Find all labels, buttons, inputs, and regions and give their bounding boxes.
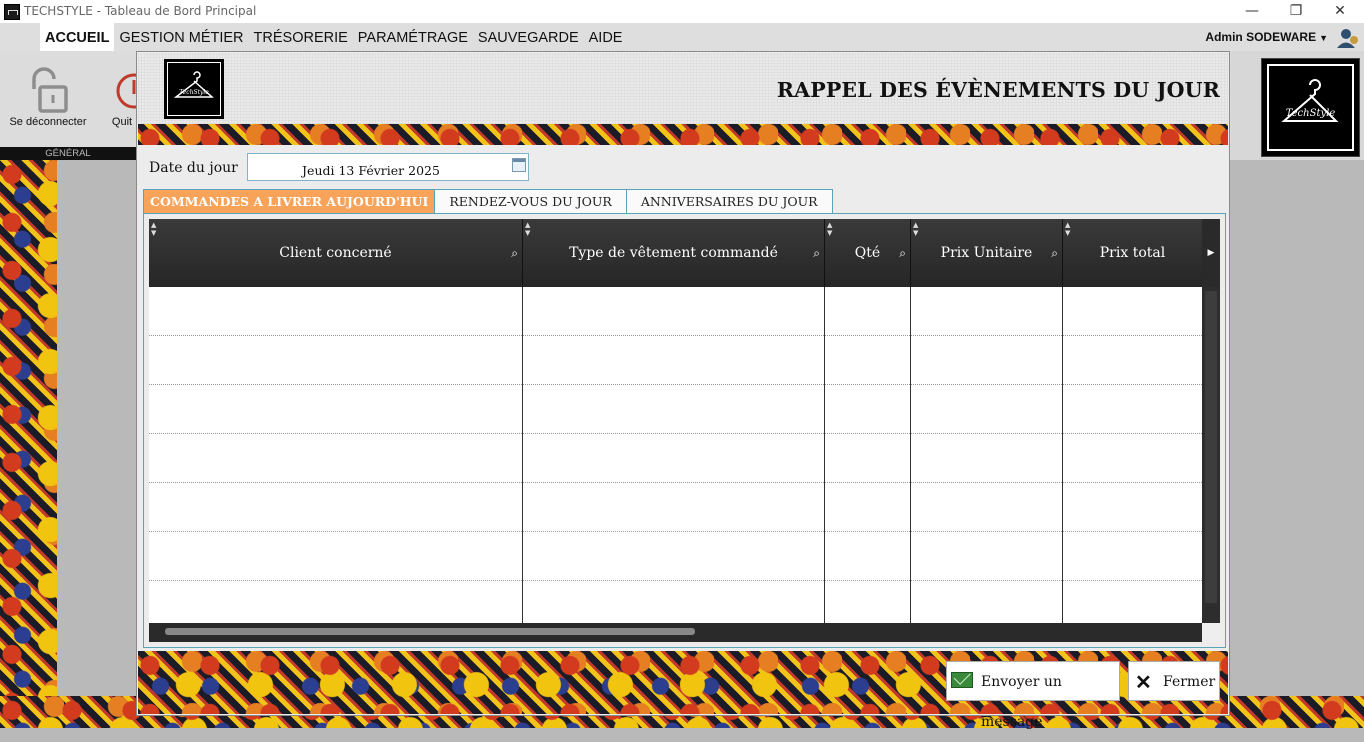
dialog-header: TechStyle RAPPEL DES ÉVÈNEMENTS DU JOUR xyxy=(138,53,1228,124)
ribbon-group-label: GÉNÉRAL xyxy=(0,147,136,160)
menu-tresorerie[interactable]: TRÉSORERIE xyxy=(249,23,353,51)
column-header-qte[interactable]: ▲ ▼ Qté ⌕ xyxy=(825,219,911,287)
unlock-icon xyxy=(32,67,68,113)
vertical-scrollbar[interactable] xyxy=(1202,287,1220,623)
menu-parametrage[interactable]: PARAMÉTRAGE xyxy=(353,23,473,51)
minimize-button[interactable]: — xyxy=(1232,1,1272,21)
dialog-footer-fabric: Envoyer un message ✕ Fermer xyxy=(138,651,1228,730)
horizontal-scroll-thumb[interactable] xyxy=(165,628,695,635)
column-header-client[interactable]: ▲ ▼ Client concerné ⌕ xyxy=(149,219,523,287)
restore-button[interactable]: ❐ xyxy=(1276,1,1316,21)
close-window-button[interactable]: ✕ xyxy=(1320,1,1360,21)
logout-label: Se déconnecter xyxy=(9,116,87,128)
date-label: Date du jour xyxy=(149,160,238,176)
tab-panel: ▲ ▼ Client concerné ⌕ ▲ ▼ Type de vêtement… xyxy=(143,213,1226,648)
logout-button[interactable]: Se déconnecter xyxy=(4,67,92,128)
close-dialog-label: Fermer xyxy=(1163,674,1216,690)
sort-icon[interactable]: ▲ ▼ xyxy=(827,221,832,237)
dialog-logo: TechStyle xyxy=(164,59,224,119)
vertical-scroll-thumb[interactable] xyxy=(1205,291,1217,603)
techstyle-logo: TechStyle xyxy=(1261,58,1360,157)
column-divider xyxy=(149,287,523,623)
app-icon xyxy=(4,4,20,20)
column-header-type[interactable]: ▲ ▼ Type de vêtement commandé ⌕ xyxy=(523,219,825,287)
calendar-icon[interactable] xyxy=(512,158,526,172)
dialog-fabric-strip xyxy=(138,124,1228,145)
menu-sauvegarde[interactable]: SAUVEGARDE xyxy=(473,23,584,51)
user-menu[interactable]: Admin SODEWARE ▼ xyxy=(1205,30,1328,44)
search-icon[interactable]: ⌕ xyxy=(511,219,518,287)
close-icon: ✕ xyxy=(1135,670,1152,694)
window-titlebar: TECHSTYLE - Tableau de Bord Principal — … xyxy=(0,0,1364,23)
window-title: TECHSTYLE - Tableau de Bord Principal xyxy=(24,4,257,18)
sort-icon[interactable]: ▲ ▼ xyxy=(525,221,530,237)
menu-gestion-metier[interactable]: GESTION MÉTIER xyxy=(114,23,248,51)
search-icon[interactable]: ⌕ xyxy=(899,219,906,287)
daily-events-dialog: TechStyle RAPPEL DES ÉVÈNEMENTS DU JOUR … xyxy=(136,51,1230,730)
dialog-logo-text: TechStyle xyxy=(179,89,209,96)
table-body xyxy=(149,287,1202,623)
background-fabric-left xyxy=(0,160,57,696)
column-label-client: Client concerné xyxy=(279,245,392,261)
scroll-columns-right-icon[interactable]: ▶ xyxy=(1202,219,1220,287)
scrollbar-corner xyxy=(1202,623,1220,642)
column-header-prix-total[interactable]: ▲ ▼ Prix total xyxy=(1063,219,1202,287)
user-avatar-icon[interactable] xyxy=(1336,27,1360,49)
tab-commandes[interactable]: COMMANDES A LIVRER AUJOURD'HUI xyxy=(143,189,436,214)
sort-icon[interactable]: ▲ ▼ xyxy=(913,221,918,237)
tab-bar: COMMANDES A LIVRER AUJOURD'HUI RENDEZ-VO… xyxy=(143,189,833,214)
column-label-type: Type de vêtement commandé xyxy=(569,245,778,261)
dialog-title: RAPPEL DES ÉVÈNEMENTS DU JOUR xyxy=(776,78,1220,102)
search-icon[interactable]: ⌕ xyxy=(813,219,820,287)
column-divider xyxy=(523,287,825,623)
column-header-prix-unitaire[interactable]: ▲ ▼ Prix Unitaire ⌕ xyxy=(911,219,1063,287)
send-message-button[interactable]: Envoyer un message xyxy=(946,661,1120,730)
search-icon[interactable]: ⌕ xyxy=(1051,219,1058,287)
orders-table[interactable]: ▲ ▼ Client concerné ⌕ ▲ ▼ Type de vêtement… xyxy=(149,219,1220,642)
column-divider xyxy=(825,287,911,623)
tab-rendez-vous[interactable]: RENDEZ-VOUS DU JOUR xyxy=(434,189,627,213)
column-label-prix-total: Prix total xyxy=(1099,245,1166,261)
caret-down-icon: ▼ xyxy=(1319,33,1328,43)
menu-aide[interactable]: AIDE xyxy=(584,23,628,51)
date-value: Jeudi 13 Février 2025 xyxy=(302,163,440,178)
user-name: Admin SODEWARE xyxy=(1205,30,1317,44)
sort-icon[interactable]: ▲ ▼ xyxy=(1065,221,1070,237)
envelope-icon xyxy=(951,672,973,688)
horizontal-scrollbar[interactable] xyxy=(149,623,1220,642)
tab-anniversaires[interactable]: ANNIVERSAIRES DU JOUR xyxy=(625,189,833,213)
column-label-prix-unitaire: Prix Unitaire xyxy=(940,245,1033,261)
main-menu: ACCUEIL GESTION MÉTIER TRÉSORERIE PARAMÉ… xyxy=(40,23,627,51)
column-divider xyxy=(911,287,1063,623)
column-label-qte: Qté xyxy=(854,245,881,261)
quit-label: Quit xyxy=(111,116,133,128)
menu-accueil[interactable]: ACCUEIL xyxy=(40,23,115,51)
table-header: ▲ ▼ Client concerné ⌕ ▲ ▼ Type de vêtement… xyxy=(149,219,1202,287)
close-dialog-button[interactable]: ✕ Fermer xyxy=(1128,661,1220,701)
sort-icon[interactable]: ▲ ▼ xyxy=(151,221,156,237)
quit-button[interactable]: Quit xyxy=(108,67,136,128)
power-icon xyxy=(116,73,136,109)
date-picker[interactable]: Jeudi 13 Février 2025 xyxy=(247,153,529,181)
logo-text: TechStyle xyxy=(1285,108,1336,119)
